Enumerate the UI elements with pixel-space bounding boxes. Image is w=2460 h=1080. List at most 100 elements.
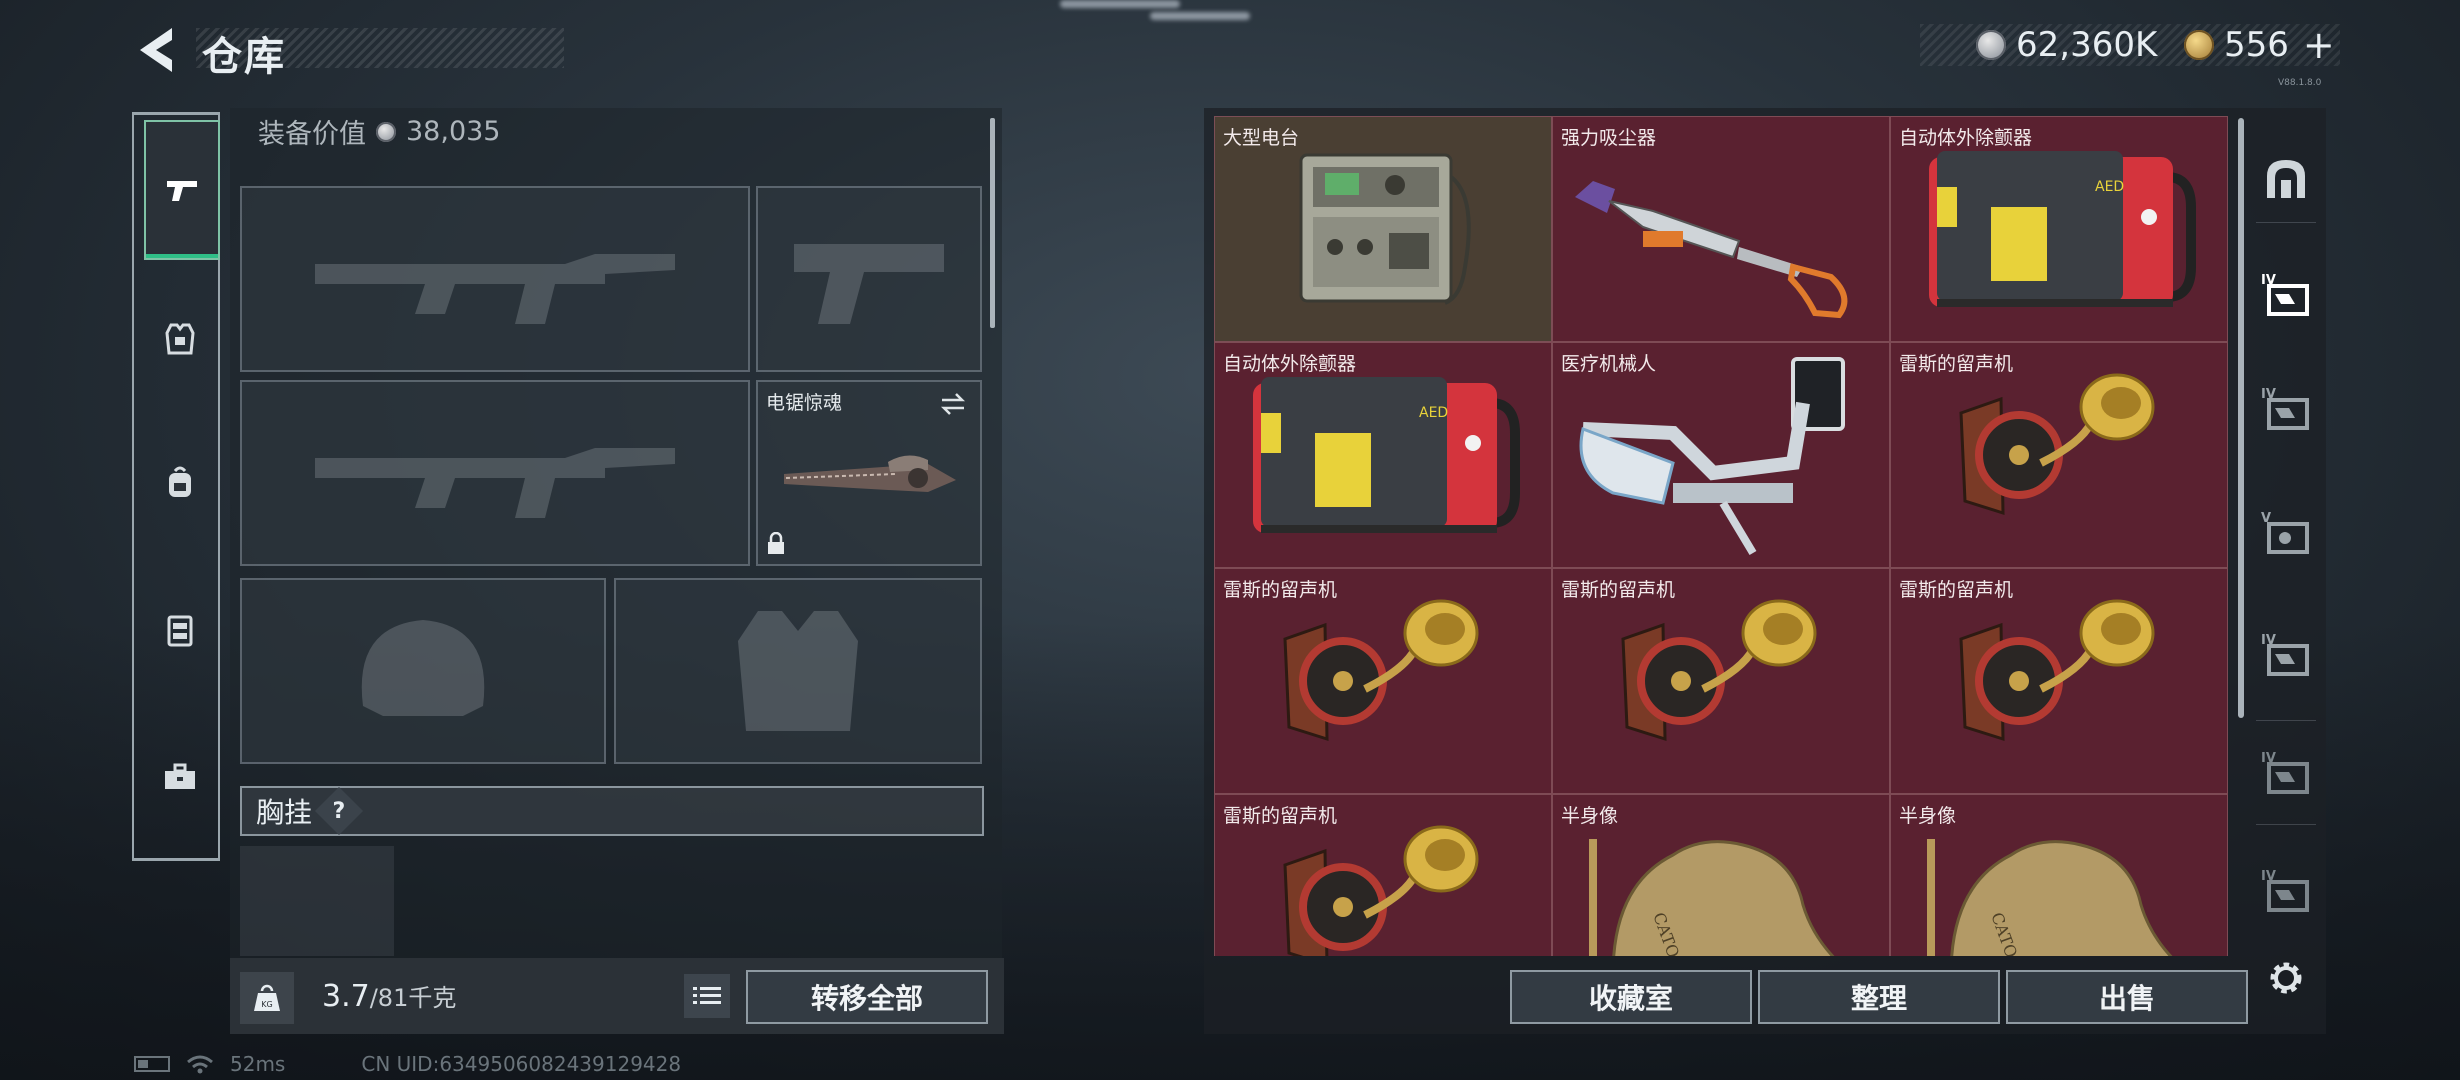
equipment-value-label: 装备价值 [258, 119, 366, 150]
version-label: V88.1.8.0 [2278, 78, 2322, 88]
slot-melee[interactable]: 电锯惊魂 [756, 380, 982, 566]
chest-rig-label: 胸挂 [256, 796, 313, 829]
settings-button[interactable] [2256, 946, 2316, 1010]
bust-statue-icon: CATO [1927, 839, 2173, 956]
medical-robot-icon [1579, 357, 1845, 556]
stash-box-icon: IV [2261, 751, 2309, 794]
stash-item[interactable]: 自动体外除颤器 AED [1214, 342, 1552, 568]
slot-body-armor[interactable] [614, 578, 982, 764]
page-title: 仓库 [202, 34, 286, 80]
rail-tab-toolbox[interactable] [144, 740, 216, 812]
weight-max: /81千克 [369, 984, 457, 1012]
vest-silhouette-icon [616, 580, 980, 762]
weight-readout: 3.7/81千克 [322, 978, 456, 1014]
chainsaw-item-icon [784, 455, 956, 492]
stash-item[interactable]: 雷斯的留声机 [1214, 794, 1552, 956]
ceiling-light [1150, 12, 1250, 20]
stash-item[interactable]: 半身像 CATO [1890, 794, 2228, 956]
side-tab-stash-v[interactable]: V [2256, 500, 2316, 564]
rail-tab-armor[interactable] [144, 302, 216, 374]
stash-item[interactable]: 自动体外除颤器 AED [1890, 116, 2228, 342]
stash-item[interactable]: 大型电台 [1214, 116, 1552, 342]
armor-vest-icon [165, 323, 195, 355]
helmet-silhouette-icon [242, 580, 604, 762]
gold-coin-icon [2184, 30, 2214, 60]
rifle-silhouette-icon [242, 382, 748, 564]
stash-item[interactable]: 雷斯的留声机 [1552, 568, 1890, 794]
add-currency-button[interactable]: + [2303, 23, 2335, 67]
svg-text:AED: AED [1419, 405, 1448, 421]
stash-arch-icon [2267, 160, 2305, 198]
vacuum-cleaner-icon [1575, 181, 1848, 319]
list-view-button[interactable] [684, 974, 730, 1018]
svg-text:AED: AED [2095, 179, 2124, 195]
rail-top-border [132, 112, 220, 115]
side-tab-stash-iv-4[interactable]: IV [2256, 740, 2316, 804]
stash-item[interactable]: 雷斯的留声机 [1890, 568, 2228, 794]
side-tab-stash-home[interactable] [2256, 146, 2316, 210]
stash-box-icon: IV [2261, 633, 2309, 676]
side-tab-stash-iv-1[interactable]: IV [2256, 262, 2316, 326]
stash-item[interactable]: 强力吸尘器 [1552, 116, 1890, 342]
side-divider [2256, 222, 2316, 223]
stash-item[interactable]: 医疗机械人 [1552, 342, 1890, 568]
sell-button[interactable]: 出售 [2006, 970, 2248, 1024]
gramophone-icon [1283, 599, 1479, 742]
equipment-value-amount: 38,035 [406, 116, 501, 147]
swap-icon[interactable] [938, 392, 968, 416]
transfer-all-button[interactable]: 转移全部 [746, 970, 988, 1024]
list-icon [693, 987, 721, 1004]
rail-tab-weapons[interactable] [144, 120, 220, 260]
ping-label: 52ms [230, 1052, 286, 1076]
rail-bottom-border [132, 858, 220, 861]
stash-box-icon: IV [2261, 869, 2309, 912]
slot-primary-weapon-2[interactable] [240, 380, 750, 566]
weight-kg-icon: KG [240, 972, 294, 1024]
help-button[interactable]: ? [314, 786, 364, 836]
rifle-silhouette-icon [242, 188, 748, 370]
gear-icon [2270, 962, 2302, 994]
back-button[interactable] [132, 24, 180, 76]
side-divider [2256, 824, 2316, 825]
stash-box-icon: IV [2261, 387, 2309, 430]
pistol-silhouette-icon [758, 188, 980, 370]
aed-icon: AED [1253, 377, 1520, 533]
radio-station-icon [1299, 153, 1471, 305]
gramophone-icon [1959, 599, 2155, 742]
equipment-scrollbar[interactable] [990, 118, 995, 328]
wifi-icon [187, 1055, 213, 1074]
stash-grid: 大型电台 强力吸尘器 自动体外除颤器 AED 自动体外除颤器 AED 医疗机械人… [1214, 116, 2230, 956]
stash-item[interactable]: 雷斯的留声机 [1214, 568, 1552, 794]
chest-rig-slot[interactable] [240, 846, 394, 956]
collection-room-button[interactable]: 收藏室 [1510, 970, 1752, 1024]
battery-icon [134, 1056, 170, 1072]
gramophone-icon [1959, 373, 2155, 516]
rail-tab-backpack[interactable] [144, 446, 216, 518]
ceiling-light [1060, 0, 1180, 8]
svg-text:KG: KG [261, 1000, 272, 1009]
chest-rig-section: 胸挂 ? [240, 786, 984, 836]
side-tab-stash-iv-2[interactable]: IV [2256, 376, 2316, 440]
stash-scrollbar[interactable] [2238, 118, 2244, 718]
stash-box-icon: IV [2261, 273, 2309, 316]
side-tab-stash-iv-3[interactable]: IV [2256, 622, 2316, 686]
backpack-icon [169, 466, 191, 497]
stash-item[interactable]: 雷斯的留声机 [1890, 342, 2228, 568]
side-tab-stash-iv-5[interactable]: IV [2256, 858, 2316, 922]
toolbox-icon [165, 763, 195, 789]
gramophone-icon [1621, 599, 1817, 742]
silver-currency: 62,360K [1976, 22, 2157, 68]
stash-item[interactable]: 半身像 CATO [1552, 794, 1890, 956]
back-arrow-icon [140, 28, 172, 72]
slot-primary-weapon-1[interactable] [240, 186, 750, 372]
sort-button[interactable]: 整理 [1758, 970, 2000, 1024]
slot-helmet[interactable] [240, 578, 606, 764]
gold-amount: 556 [2224, 25, 2289, 65]
rig-icon [167, 615, 193, 647]
help-label: ? [332, 798, 346, 824]
melee-item-name: 电锯惊魂 [766, 392, 843, 414]
silver-coin-icon [1976, 30, 2006, 60]
slot-sidearm[interactable] [756, 186, 982, 372]
rail-tab-chest-rig[interactable] [144, 594, 216, 666]
equipment-value: 装备价值 38,035 [258, 112, 500, 151]
